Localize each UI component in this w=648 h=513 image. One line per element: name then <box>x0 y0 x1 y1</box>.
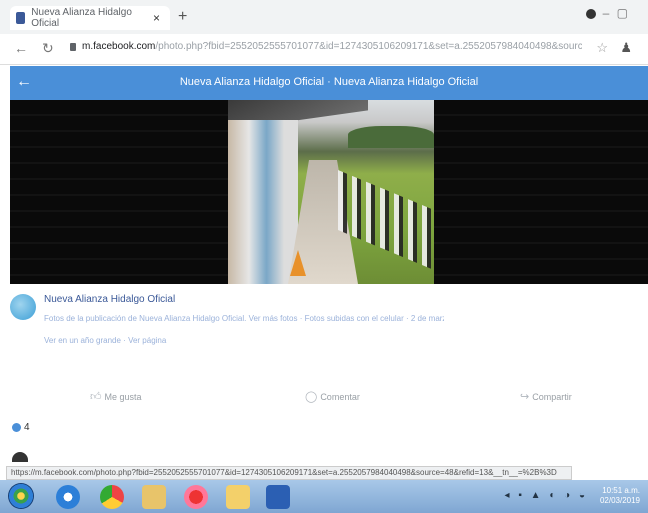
reaction-count[interactable]: 4 <box>12 422 30 433</box>
page-avatar[interactable] <box>10 294 36 320</box>
status-bar-url: https://m.facebook.com/photo.php?fbid=25… <box>6 466 572 480</box>
reaction-count-value: 4 <box>24 422 30 433</box>
address-bar: ← ↻ m.facebook.com/photo.php?fbid=255205… <box>0 34 648 65</box>
cone <box>290 250 306 276</box>
new-tab-button[interactable]: + <box>178 8 187 26</box>
back-nav-icon[interactable]: ← <box>14 40 28 56</box>
page-title: Nueva Alianza Hidalgo Oficial · Nueva Al… <box>179 76 479 88</box>
post-links[interactable]: Ver en un año grande · Ver página <box>44 336 166 345</box>
close-tab-icon[interactable]: × <box>153 11 160 25</box>
thumbs-up-icon: 👍︎ <box>90 391 102 403</box>
url-path: /photo.php?fbid=2552052555701077&id=1274… <box>155 41 582 52</box>
windows-taskbar: ◂ ▪ ▲ ◐ ◑ ◒ 10:51 a.m. 02/03/2019 <box>0 480 648 513</box>
url-host: m.facebook.com <box>82 41 156 52</box>
internet-explorer-icon[interactable] <box>56 485 80 509</box>
photo-viewer <box>10 100 648 284</box>
window-controls-icon[interactable]: – ▢ <box>603 6 630 20</box>
like-reaction-icon <box>12 422 21 432</box>
start-button-icon[interactable] <box>8 483 34 509</box>
word-icon[interactable] <box>266 485 290 509</box>
lock-icon <box>70 43 76 51</box>
comment-icon: ◯ <box>305 391 318 403</box>
trees <box>348 126 434 148</box>
reload-icon[interactable]: ↻ <box>42 40 54 57</box>
post-description: Fotos de la publicación de Nueva Alianza… <box>44 314 444 323</box>
commenter-avatar[interactable] <box>12 452 28 462</box>
share-label: Compartir <box>532 392 572 402</box>
clock[interactable]: 10:51 a.m. 02/03/2019 <box>600 486 640 506</box>
chrome-icon[interactable] <box>100 485 124 509</box>
like-button[interactable]: 👍︎ Me gusta <box>90 390 142 403</box>
stadium-photo[interactable] <box>228 100 434 284</box>
share-icon: ↪ <box>520 391 530 403</box>
facebook-favicon-icon <box>16 12 26 24</box>
browser-tab[interactable]: Nueva Alianza Hidalgo Oficial × <box>10 6 170 30</box>
page-name-link[interactable]: Nueva Alianza Hidalgo Oficial <box>44 294 175 305</box>
folder-icon[interactable] <box>226 485 250 509</box>
crowd <box>228 120 298 284</box>
system-tray[interactable]: ◂ ▪ ▲ ◐ ◑ ◒ <box>505 490 588 501</box>
comment-button[interactable]: ◯ Comentar <box>305 390 360 403</box>
comment-label: Comentar <box>320 392 360 402</box>
bookmark-star-icon[interactable]: ☆ <box>596 40 608 56</box>
clock-date: 02/03/2019 <box>599 496 640 505</box>
facebook-header: ← Nueva Alianza Hidalgo Oficial · Nueva … <box>10 66 648 100</box>
action-bar: 👍︎ Me gusta ◯ Comentar ↪ Compartir <box>10 390 648 406</box>
clock-time: 10:51 a.m. <box>602 486 640 495</box>
like-label: Me gusta <box>104 392 142 402</box>
browser-tab-strip: Nueva Alianza Hidalgo Oficial × + – ▢ <box>0 0 648 34</box>
file-explorer-icon[interactable] <box>142 485 166 509</box>
url-field[interactable]: m.facebook.com/photo.php?fbid=2552052555… <box>82 41 582 57</box>
media-player-icon[interactable] <box>184 485 208 509</box>
tab-title: Nueva Alianza Hidalgo Oficial <box>31 7 132 29</box>
share-button[interactable]: ↪ Compartir <box>520 390 572 403</box>
profile-icon[interactable] <box>586 9 596 19</box>
account-icon[interactable]: ♟ <box>620 40 632 56</box>
